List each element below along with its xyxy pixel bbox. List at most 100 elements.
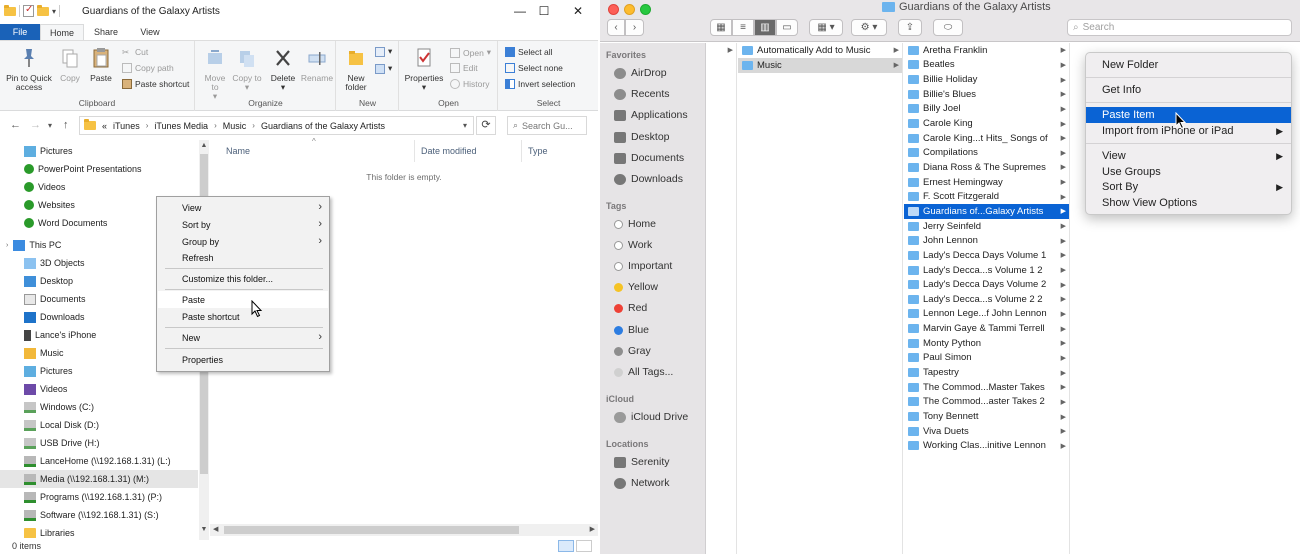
properties-button[interactable]: Properties ▾ <box>404 47 444 92</box>
menu-item-sort-by[interactable]: Sort by › <box>158 216 328 233</box>
breadcrumb-itunes-media[interactable]: iTunes Media <box>154 121 208 131</box>
expand-chevron-icon[interactable]: › <box>6 242 8 249</box>
column-item[interactable]: Billie Holiday ▶ <box>904 72 1069 87</box>
column-item[interactable]: Jerry Seinfeld ▶ <box>904 219 1069 234</box>
column-item[interactable]: Lady's Decca...s Volume 1 2 ▶ <box>904 263 1069 278</box>
menu-item-customize[interactable]: Customize this folder... <box>158 270 328 287</box>
details-view-icon[interactable] <box>558 540 574 552</box>
tab-share[interactable]: Share <box>84 24 128 40</box>
menu-item-paste-shortcut[interactable]: Paste shortcut <box>158 308 328 325</box>
column-item[interactable]: Lady's Decca...s Volume 2 2 ▶ <box>904 292 1069 307</box>
nav-item-selected[interactable]: Media (\\192.168.1.31) (M:) <box>0 470 198 488</box>
recent-locations-icon[interactable]: ▾ <box>48 121 52 130</box>
breadcrumb-current[interactable]: Guardians of the Galaxy Artists <box>261 121 385 131</box>
sidebar-item-icloud-drive[interactable]: iCloud Drive <box>614 411 688 423</box>
column-item[interactable]: ▶ <box>707 43 736 58</box>
menu-item-refresh[interactable]: Refresh <box>158 249 328 266</box>
nav-item[interactable]: Libraries <box>0 528 198 538</box>
sidebar-tag-gray[interactable]: Gray <box>614 345 651 357</box>
minimize-window-icon[interactable] <box>624 4 635 15</box>
paste-shortcut-button[interactable]: Paste shortcut <box>122 79 189 89</box>
pin-quick-access-button[interactable]: Pin to Quick access <box>4 47 54 92</box>
menu-item-view[interactable]: View ▶ <box>1086 148 1291 164</box>
edit-button[interactable]: Edit <box>450 63 478 73</box>
breadcrumb-itunes[interactable]: iTunes <box>113 121 140 131</box>
column-item-selected[interactable]: Guardians of...Galaxy Artists ▶ <box>904 204 1069 219</box>
sidebar-item-recents[interactable]: Recents <box>614 88 670 100</box>
sidebar-tag-work[interactable]: Work <box>614 239 652 251</box>
menu-item-new-folder[interactable]: New Folder <box>1086 57 1291 73</box>
breadcrumb-music[interactable]: Music <box>223 121 247 131</box>
nav-item[interactable]: LanceHome (\\192.168.1.31) (L:) <box>0 452 198 470</box>
close-window-icon[interactable] <box>608 4 619 15</box>
column-item[interactable]: Tony Bennett ▶ <box>904 409 1069 424</box>
menu-item-new[interactable]: New › <box>158 329 328 346</box>
column-item[interactable]: Paul Simon ▶ <box>904 351 1069 366</box>
column-item[interactable]: The Commod...aster Takes 2 ▶ <box>904 395 1069 410</box>
column-header-type[interactable]: Type <box>522 140 598 162</box>
history-button[interactable]: History <box>450 79 489 89</box>
back-chevron-icon[interactable]: ‹ <box>607 19 625 36</box>
select-all-button[interactable]: Select all <box>505 47 553 57</box>
nav-item[interactable]: PowerPoint Presentations <box>0 160 198 178</box>
cut-button[interactable]: ✂ Cut <box>122 47 148 57</box>
column-item[interactable]: Marvin Gaye & Tammi Terrell ▶ <box>904 321 1069 336</box>
column-item[interactable]: Lady's Decca Days Volume 1 ▶ <box>904 248 1069 263</box>
address-dropdown-icon[interactable]: ▾ <box>463 121 467 130</box>
column-item[interactable]: Carole King ▶ <box>904 116 1069 131</box>
menu-item-show-view-options[interactable]: Show View Options <box>1086 195 1291 211</box>
scroll-down-icon[interactable]: ▼ <box>199 526 209 533</box>
sidebar-tag-yellow[interactable]: Yellow <box>614 281 658 293</box>
paste-button[interactable]: Paste <box>86 47 116 83</box>
move-to-button[interactable]: Move to ▾ <box>200 47 230 101</box>
copy-button[interactable]: Copy <box>56 47 84 83</box>
column-item[interactable]: Working Clas...initive Lennon ▶ <box>904 439 1069 454</box>
menu-item-sort-by[interactable]: Sort By ▶ <box>1086 179 1291 195</box>
nav-item[interactable]: Videos <box>0 178 198 196</box>
copy-to-button[interactable]: Copy to ▾ <box>232 47 262 92</box>
sidebar-item-applications[interactable]: Applications <box>614 109 688 121</box>
menu-item-group-by[interactable]: Group by › <box>158 233 328 250</box>
column-item[interactable]: Monty Python ▶ <box>904 336 1069 351</box>
sidebar-tag-blue[interactable]: Blue <box>614 324 649 336</box>
nav-item[interactable]: Software (\\192.168.1.31) (S:) <box>0 506 198 524</box>
nav-item[interactable]: Windows (C:) <box>0 398 198 416</box>
new-folder-icon[interactable] <box>37 4 49 16</box>
zoom-window-icon[interactable] <box>640 4 651 15</box>
scroll-left-icon[interactable]: ◀ <box>213 525 218 533</box>
horizontal-scrollbar[interactable]: ◀ ▶ <box>210 524 598 536</box>
share-icon[interactable]: ⇪ <box>898 19 922 36</box>
group-by-icon[interactable]: ▦ ▾ <box>809 19 843 36</box>
column-item[interactable]: Lady's Decca Days Volume 2 ▶ <box>904 277 1069 292</box>
column-item[interactable]: Compilations ▶ <box>904 146 1069 161</box>
menu-item-import-iphone[interactable]: Import from iPhone or iPad ▶ <box>1086 123 1291 139</box>
menu-item-properties[interactable]: Properties <box>158 351 328 368</box>
search-input[interactable]: ⌕ Search Gu... <box>507 116 587 135</box>
column-item-selected[interactable]: Music ▶ <box>738 58 902 73</box>
menu-item-get-info[interactable]: Get Info <box>1086 82 1291 98</box>
open-button[interactable]: Open ▾ <box>450 47 491 58</box>
maximize-icon[interactable]: ☐ <box>534 4 554 18</box>
rename-button[interactable]: Rename <box>300 47 334 83</box>
new-item-button[interactable]: ▾ <box>375 46 392 57</box>
sidebar-item-downloads[interactable]: Downloads <box>614 173 683 185</box>
address-bar[interactable]: « iTunes › iTunes Media › Music › Guardi… <box>79 116 474 135</box>
sidebar-item-network[interactable]: Network <box>614 477 670 489</box>
column-view-icon[interactable]: ▥ <box>754 19 776 36</box>
nav-item[interactable]: USB Drive (H:) <box>0 434 198 452</box>
forward-arrow-icon[interactable]: → <box>30 119 41 131</box>
close-icon[interactable]: ✕ <box>568 4 588 18</box>
icon-view-icon[interactable]: ▦ <box>710 19 732 36</box>
refresh-icon[interactable]: ⟳ <box>476 116 496 135</box>
easy-access-button[interactable]: ▾ <box>375 63 392 74</box>
select-none-button[interactable]: Select none <box>505 63 563 73</box>
scroll-up-icon[interactable]: ▲ <box>199 142 209 149</box>
sidebar-item-serenity[interactable]: Serenity <box>614 456 670 468</box>
copy-path-button[interactable]: Copy path <box>122 63 174 73</box>
column-item[interactable]: Billie's Blues ▶ <box>904 87 1069 102</box>
gallery-view-icon[interactable]: ▭ <box>776 19 798 36</box>
nav-item[interactable]: Local Disk (D:) <box>0 416 198 434</box>
sidebar-all-tags[interactable]: All Tags... <box>614 366 673 378</box>
column-item[interactable]: Billy Joel ▶ <box>904 102 1069 117</box>
column-item[interactable]: John Lennon ▶ <box>904 233 1069 248</box>
